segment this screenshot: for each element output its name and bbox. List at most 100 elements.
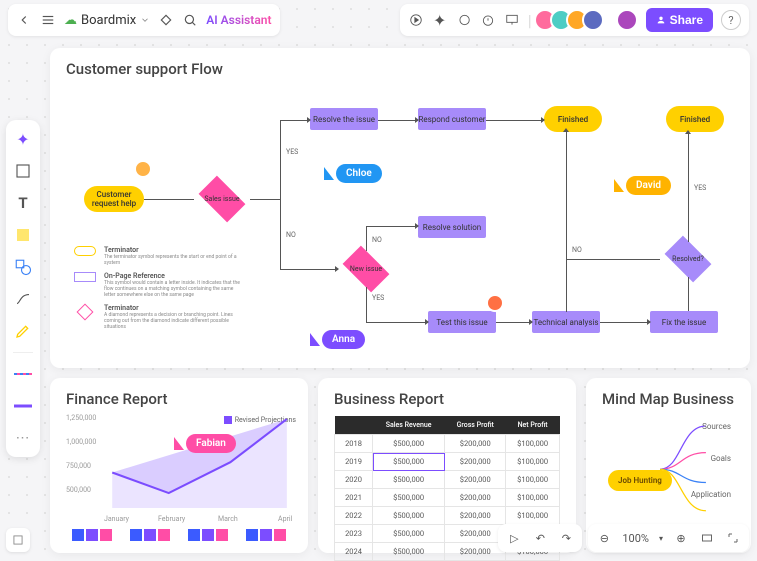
sticker-tool[interactable]: ✦ bbox=[12, 128, 34, 150]
back-icon[interactable] bbox=[16, 12, 32, 28]
table-cell[interactable]: $200,000 bbox=[445, 471, 506, 489]
chevron-down-icon bbox=[140, 15, 150, 25]
table-cell[interactable]: 2022 bbox=[335, 507, 373, 525]
table-cell[interactable]: $500,000 bbox=[373, 489, 445, 507]
table-cell[interactable]: $200,000 bbox=[445, 507, 506, 525]
timer-icon[interactable] bbox=[480, 12, 496, 28]
pen-tool[interactable] bbox=[12, 320, 34, 342]
node-finished-1[interactable]: Finished bbox=[544, 106, 602, 132]
pointer-icon[interactable]: ▷ bbox=[506, 530, 522, 546]
table-cell[interactable]: $500,000 bbox=[373, 471, 445, 489]
connector-tool[interactable] bbox=[12, 288, 34, 310]
table-cell[interactable]: $500,000 bbox=[373, 453, 445, 471]
table-cell[interactable]: $100,000 bbox=[506, 471, 560, 489]
table-cell[interactable]: 2021 bbox=[335, 489, 373, 507]
node-resolve[interactable]: Resolve the issue bbox=[310, 108, 378, 130]
share-label: Share bbox=[670, 13, 703, 27]
table-row[interactable]: 2020$500,000$200,000$100,000 bbox=[335, 471, 560, 489]
menu-icon[interactable] bbox=[40, 12, 56, 28]
sticky-note-tool[interactable] bbox=[12, 224, 34, 246]
shape-tool[interactable] bbox=[12, 256, 34, 278]
current-user-avatar[interactable] bbox=[616, 9, 638, 31]
node-resolve-solution[interactable]: Resolve solution bbox=[418, 216, 486, 238]
table-cell[interactable]: 2020 bbox=[335, 471, 373, 489]
brand-label: Boardmix bbox=[81, 13, 136, 28]
table-row[interactable]: 2021$500,000$200,000$100,000 bbox=[335, 489, 560, 507]
edge-label-no: NO bbox=[372, 236, 382, 244]
flow-title: Customer support Flow bbox=[66, 60, 734, 78]
flow-card[interactable]: Customer support Flow Customer request h… bbox=[50, 48, 750, 368]
edge-label-yes: YES bbox=[694, 184, 706, 192]
node-start[interactable]: Customer request help bbox=[84, 186, 144, 212]
table-cell[interactable]: $200,000 bbox=[445, 435, 506, 453]
help-button[interactable]: ? bbox=[721, 10, 741, 30]
eraser-tool[interactable] bbox=[12, 363, 34, 385]
redo-icon[interactable]: ↷ bbox=[558, 530, 574, 546]
user-avatar-on-node bbox=[486, 294, 504, 312]
cursor-anna: Anna bbox=[310, 330, 365, 349]
layers-button[interactable] bbox=[6, 528, 30, 552]
sparkle-icon[interactable]: ✦ bbox=[432, 12, 448, 28]
collaborator-avatars[interactable] bbox=[540, 9, 604, 31]
table-cell[interactable]: $500,000 bbox=[373, 507, 445, 525]
mindmap-child[interactable]: Goals bbox=[711, 454, 731, 463]
edge-label-yes: YES bbox=[286, 148, 298, 156]
table-row[interactable]: 2022$500,000$200,000$100,000 bbox=[335, 507, 560, 525]
present-icon[interactable] bbox=[504, 12, 520, 28]
line-chart-svg bbox=[66, 416, 292, 508]
mindmap-root[interactable]: Job Hunting bbox=[608, 470, 672, 491]
record-icon[interactable] bbox=[408, 12, 424, 28]
text-tool[interactable]: T bbox=[12, 192, 34, 214]
cursor-chloe: Chloe bbox=[324, 164, 382, 183]
node-resolved[interactable]: Resolved? bbox=[660, 241, 716, 277]
tool-sidebar: ✦ T ⋯ bbox=[6, 120, 40, 457]
table-cell[interactable]: 2018 bbox=[335, 435, 373, 453]
edge-label-no: NO bbox=[286, 231, 296, 239]
node-sales-issue[interactable]: Sales issue bbox=[194, 181, 250, 217]
table-cell[interactable]: $100,000 bbox=[506, 507, 560, 525]
node-test[interactable]: Test this issue bbox=[428, 311, 496, 333]
user-avatar-on-node bbox=[134, 160, 152, 178]
table-cell[interactable]: 2023 bbox=[335, 525, 373, 543]
table-cell[interactable]: $200,000 bbox=[445, 525, 506, 543]
fullscreen-icon[interactable] bbox=[725, 530, 741, 546]
table-cell[interactable]: $100,000 bbox=[506, 489, 560, 507]
finance-card[interactable]: Finance Report Revised Projections 1,250… bbox=[50, 378, 308, 553]
node-finished-2[interactable]: Finished bbox=[666, 106, 724, 132]
legend-terminator-shape bbox=[74, 246, 96, 256]
table-cell[interactable]: $500,000 bbox=[373, 525, 445, 543]
business-title: Business Report bbox=[334, 390, 560, 408]
fit-icon[interactable] bbox=[699, 530, 715, 546]
table-row[interactable]: 2019$500,000$200,000$100,000 bbox=[335, 453, 560, 471]
zoom-level[interactable]: 100% bbox=[622, 532, 649, 545]
canvas[interactable]: Customer support Flow Customer request h… bbox=[0, 0, 757, 558]
tag-icon[interactable] bbox=[158, 12, 174, 28]
node-fix[interactable]: Fix the issue bbox=[650, 311, 718, 333]
zoom-in-icon[interactable]: ⊕ bbox=[673, 530, 689, 546]
mindmap-child[interactable]: Application bbox=[691, 490, 731, 499]
search-icon[interactable] bbox=[182, 12, 198, 28]
mindmap-child[interactable]: Sources bbox=[702, 422, 731, 431]
cursor-david: David bbox=[614, 176, 671, 195]
table-cell[interactable]: $200,000 bbox=[445, 453, 506, 471]
more-tools[interactable]: ⋯ bbox=[12, 427, 34, 449]
table-row[interactable]: 2018$500,000$200,000$100,000 bbox=[335, 435, 560, 453]
table-cell[interactable]: $200,000 bbox=[445, 489, 506, 507]
table-cell[interactable]: 2019 bbox=[335, 453, 373, 471]
table-cell[interactable]: $500,000 bbox=[373, 435, 445, 453]
node-new-issue[interactable]: New issue bbox=[338, 251, 394, 287]
comment-icon[interactable] bbox=[456, 12, 472, 28]
board-name[interactable]: ☁ Boardmix bbox=[64, 13, 150, 28]
table-cell[interactable]: $100,000 bbox=[506, 435, 560, 453]
node-respond[interactable]: Respond customer bbox=[418, 108, 486, 130]
zoom-out-icon[interactable]: ⊖ bbox=[596, 530, 612, 546]
table-cell[interactable]: $100,000 bbox=[506, 453, 560, 471]
frame-tool[interactable] bbox=[12, 160, 34, 182]
share-button[interactable]: Share bbox=[646, 8, 713, 32]
zoom-chevron-icon[interactable]: ▾ bbox=[659, 534, 663, 543]
ai-assistant-button[interactable]: AI Assistant bbox=[206, 13, 271, 27]
undo-icon[interactable]: ↶ bbox=[532, 530, 548, 546]
highlight-line-tool[interactable] bbox=[12, 395, 34, 417]
toolbar-left-group: ☁ Boardmix AI Assistant bbox=[8, 4, 280, 36]
node-tech[interactable]: Technical analysis bbox=[532, 311, 600, 333]
